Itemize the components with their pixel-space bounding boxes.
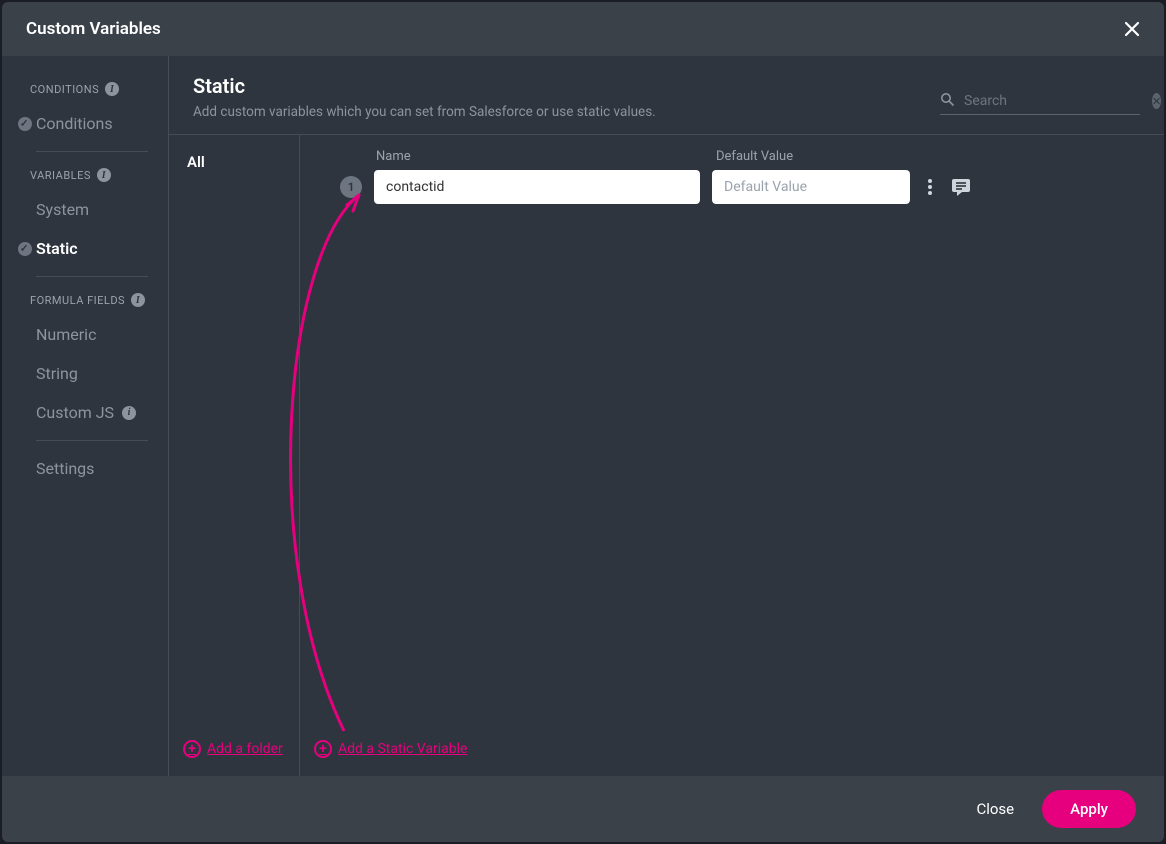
- column-headers: Name Default Value: [340, 149, 1140, 164]
- add-folder-label: Add a folder: [207, 741, 283, 757]
- clear-icon[interactable]: ✕: [1152, 93, 1161, 109]
- sidebar: CONDITIONS i Conditions VARIABLES i Syst…: [2, 56, 169, 776]
- sidebar-item-label: Static: [36, 239, 78, 258]
- modal-body: CONDITIONS i Conditions VARIABLES i Syst…: [2, 56, 1164, 776]
- plus-circle-icon: +: [314, 740, 332, 758]
- variable-name-input[interactable]: [374, 170, 700, 204]
- sidebar-section-variables: VARIABLES i: [2, 160, 168, 190]
- sidebar-section-label: CONDITIONS: [30, 83, 99, 96]
- modal-footer: Close Apply: [2, 776, 1164, 842]
- main-panel: Static Add custom variables which you ca…: [169, 56, 1164, 776]
- sidebar-section-formula: FORMULA FIELDS i: [2, 285, 168, 315]
- variable-default-input[interactable]: [712, 170, 910, 204]
- close-icon[interactable]: [1120, 17, 1144, 41]
- header-default: Default Value: [716, 149, 914, 164]
- plus-circle-icon: +: [183, 740, 201, 758]
- sidebar-section-conditions: CONDITIONS i: [2, 74, 168, 104]
- custom-variables-modal: Custom Variables CONDITIONS i Conditions…: [2, 2, 1164, 842]
- sidebar-item-numeric[interactable]: Numeric: [2, 315, 168, 354]
- row-number-badge: 1: [340, 176, 362, 198]
- add-folder-link[interactable]: + Add a folder: [183, 740, 283, 758]
- variable-row: 1: [340, 170, 1140, 204]
- sidebar-item-label: Custom JS: [36, 403, 114, 422]
- info-icon[interactable]: i: [131, 293, 145, 307]
- sidebar-item-label: Conditions: [36, 114, 113, 133]
- sidebar-item-label: String: [36, 364, 78, 383]
- search-field[interactable]: ✕: [940, 92, 1140, 115]
- sidebar-item-conditions[interactable]: Conditions: [2, 104, 168, 143]
- info-icon[interactable]: i: [97, 168, 111, 182]
- comment-icon[interactable]: [950, 177, 972, 197]
- close-button[interactable]: Close: [976, 800, 1014, 818]
- sidebar-item-label: Settings: [36, 459, 94, 478]
- sidebar-item-string[interactable]: String: [2, 354, 168, 393]
- main-header: Static Add custom variables which you ca…: [169, 56, 1164, 135]
- info-icon[interactable]: i: [122, 406, 136, 420]
- kebab-menu-icon[interactable]: [922, 175, 938, 199]
- page-title: Static: [193, 74, 656, 98]
- search-input[interactable]: [964, 93, 1142, 109]
- info-icon[interactable]: i: [105, 82, 119, 96]
- folder-all[interactable]: All: [181, 153, 287, 171]
- sidebar-item-label: Numeric: [36, 325, 96, 344]
- folder-column: All: [169, 135, 300, 776]
- sidebar-section-label: FORMULA FIELDS: [30, 294, 125, 307]
- bottom-actions: + Add a folder + Add a Static Variable: [169, 722, 1164, 776]
- sidebar-item-settings[interactable]: Settings: [2, 449, 168, 488]
- add-variable-link[interactable]: + Add a Static Variable: [314, 740, 467, 758]
- sidebar-item-label: System: [36, 200, 89, 219]
- modal-header: Custom Variables: [2, 2, 1164, 56]
- sidebar-item-customjs[interactable]: Custom JS i: [2, 393, 168, 432]
- page-subtitle: Add custom variables which you can set f…: [193, 104, 656, 120]
- sidebar-item-static[interactable]: Static: [2, 229, 168, 268]
- divider: [36, 151, 148, 152]
- divider: [36, 440, 148, 441]
- search-icon: [940, 92, 954, 110]
- apply-button[interactable]: Apply: [1042, 790, 1136, 828]
- modal-title: Custom Variables: [26, 19, 161, 39]
- divider: [36, 276, 148, 277]
- add-variable-label: Add a Static Variable: [338, 741, 467, 757]
- variables-column: Name Default Value 1: [300, 135, 1164, 776]
- sidebar-item-system[interactable]: System: [2, 190, 168, 229]
- header-name: Name: [376, 149, 702, 164]
- sidebar-section-label: VARIABLES: [30, 169, 91, 182]
- content-area: All Name Default Value 1: [169, 135, 1164, 776]
